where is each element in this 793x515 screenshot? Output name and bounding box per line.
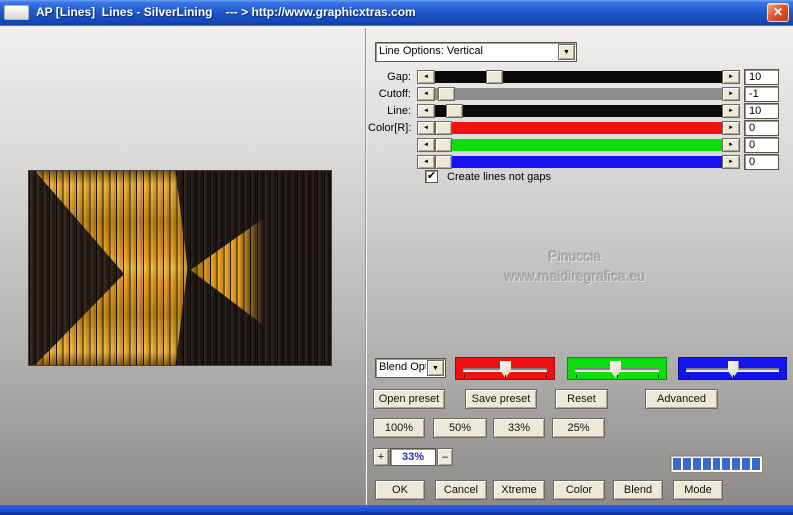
progress-segment [692,458,701,470]
slider-right-arrow-icon[interactable]: ► [722,155,740,169]
slider-label: Color[R]: [368,122,412,134]
zoom-minus-button[interactable]: – [437,448,453,466]
preview-vertical-lines-overlay [29,171,331,365]
progress-segment [682,458,691,470]
title-bar: AP [Lines] Lines - SilverLining --- > ht… [0,0,793,26]
plugin-window: AP [Lines] Lines - SilverLining --- > ht… [0,0,793,515]
slider-row-color-r: Color[R]: ◄ ► 0 [368,120,783,136]
slider-thumb[interactable] [435,155,452,169]
progress-segment [742,458,751,470]
slider-thumb[interactable] [435,121,452,135]
save-preset-button[interactable]: Save preset [465,389,537,409]
red-trackbar[interactable] [455,357,555,380]
advanced-button[interactable]: Advanced [645,389,718,409]
slider-value-field[interactable]: 0 [744,154,779,170]
slider-row-gap: Gap: ◄ ► 10 [368,69,783,85]
slider-label: Gap: [387,71,411,83]
slider-value-field[interactable]: 0 [744,120,779,136]
slider-left-arrow-icon[interactable]: ◄ [417,104,435,118]
slider-left-arrow-icon[interactable]: ◄ [417,155,435,169]
slider-left-arrow-icon[interactable]: ◄ [417,121,435,135]
progress-segment [722,458,731,470]
zoom-level-field[interactable]: 33% [390,448,436,466]
slider-value-field[interactable]: 0 [744,137,779,153]
slider-left-arrow-icon[interactable]: ◄ [417,70,435,84]
mode-button[interactable]: Mode [673,480,723,500]
line-options-select[interactable]: Line Options: Vertical ▼ [375,42,577,62]
blend-button[interactable]: Blend [613,480,663,500]
slider-right-arrow-icon[interactable]: ► [722,70,740,84]
zoom-50-button[interactable]: 50% [433,418,487,438]
slider-label: Line: [387,105,411,117]
slider-track[interactable] [435,104,722,118]
zoom-100-button[interactable]: 100% [373,418,425,438]
zoom-25-button[interactable]: 25% [552,418,605,438]
progress-segment [673,458,681,470]
chevron-down-icon[interactable]: ▼ [558,44,575,60]
slider-row-line: Line: ◄ ► 10 [368,103,783,119]
color-button[interactable]: Color [553,480,605,500]
create-lines-checkbox[interactable]: ✔ [425,170,438,183]
slider-track[interactable] [435,121,722,135]
panel-divider [365,28,367,505]
watermark-line2: www.maidiregrafica.eu [504,268,646,284]
blend-options-value: Blend Optio [379,361,426,373]
green-trackbar[interactable] [567,357,667,380]
slider-label: Cutoff: [378,88,411,100]
window-title: AP [Lines] Lines - SilverLining --- > ht… [36,5,416,19]
slider-track[interactable] [435,138,722,152]
cancel-button[interactable]: Cancel [435,480,487,500]
ok-button[interactable]: OK [375,480,425,500]
slider-value-field[interactable]: -1 [744,86,779,102]
slider-right-arrow-icon[interactable]: ► [722,121,740,135]
progress-segment [702,458,711,470]
slider-track[interactable] [435,87,722,101]
zoom-33-button[interactable]: 33% [493,418,545,438]
slider-row-color-b: ◄ ► 0 [368,154,783,170]
watermark: Pinuccia www.maidiregrafica.eu [455,248,695,284]
slider-value-field[interactable]: 10 [744,69,779,85]
slider-left-arrow-icon[interactable]: ◄ [417,87,435,101]
slider-thumb[interactable] [446,104,463,118]
close-icon: ✕ [772,5,784,19]
slider-right-arrow-icon[interactable]: ► [722,138,740,152]
create-lines-checkbox-label: Create lines not gaps [447,171,551,183]
progress-segment [712,458,721,470]
progress-bar [670,455,763,473]
slider-thumb[interactable] [438,87,455,101]
slider-track[interactable] [435,155,722,169]
blend-options-select[interactable]: Blend Optio ▼ [375,358,446,378]
blue-trackbar[interactable] [678,357,787,380]
open-preset-button[interactable]: Open preset [373,389,445,409]
preview-image[interactable] [28,170,332,366]
slider-left-arrow-icon[interactable]: ◄ [417,138,435,152]
slider-value-field[interactable]: 10 [744,103,779,119]
progress-segment [732,458,741,470]
window-bottom-edge [0,505,793,515]
progress-segment [752,458,761,470]
slider-row-cutoff: Cutoff: ◄ ► -1 [368,86,783,102]
slider-track[interactable] [435,70,722,84]
watermark-line1: Pinuccia [548,248,602,264]
chevron-down-icon[interactable]: ▼ [427,360,444,376]
close-button[interactable]: ✕ [767,3,789,22]
slider-right-arrow-icon[interactable]: ► [722,87,740,101]
line-options-value: Line Options: Vertical [379,45,483,57]
xtreme-button[interactable]: Xtreme [493,480,545,500]
slider-row-color-g: ◄ ► 0 [368,137,783,153]
zoom-plus-button[interactable]: + [373,448,389,466]
reset-button[interactable]: Reset [555,389,608,409]
slider-thumb[interactable] [486,70,503,84]
trackbar-thumb[interactable] [610,361,622,378]
check-icon: ✔ [426,170,437,182]
app-icon [4,5,29,20]
slider-thumb[interactable] [435,138,452,152]
slider-right-arrow-icon[interactable]: ► [722,104,740,118]
